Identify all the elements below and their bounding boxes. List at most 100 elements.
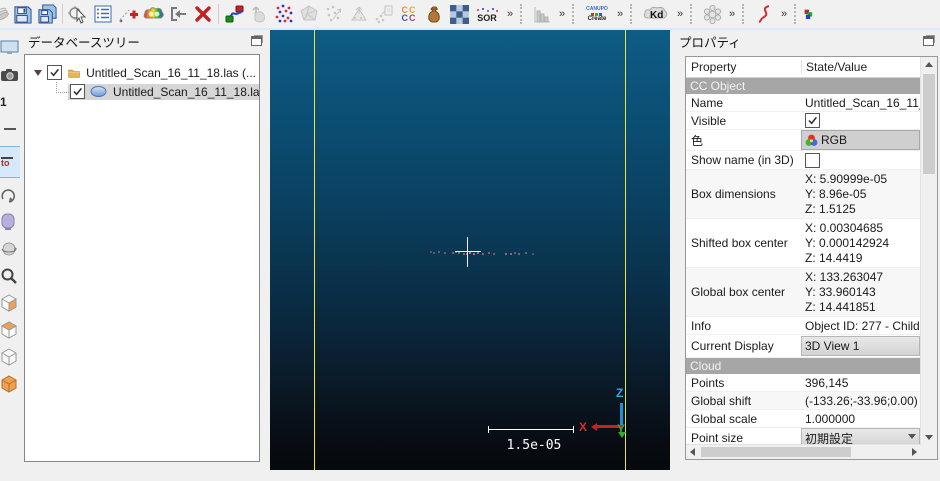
db-tree-titlebar: データベースツリー bbox=[22, 30, 268, 52]
cube-view-iso-icon[interactable] bbox=[0, 374, 20, 394]
camera-icon[interactable] bbox=[0, 65, 20, 85]
point-size-label: Point size bbox=[686, 431, 801, 445]
scroll-up-icon[interactable] bbox=[925, 62, 933, 67]
mesh-icon[interactable] bbox=[297, 2, 321, 26]
apply-transformation-icon[interactable] bbox=[166, 2, 190, 26]
register-icon[interactable] bbox=[222, 2, 246, 26]
merge-clouds-icon[interactable] bbox=[141, 2, 165, 26]
spline-icon[interactable] bbox=[752, 2, 776, 26]
float-panel-button[interactable] bbox=[251, 36, 262, 46]
cube-view-front-icon[interactable] bbox=[0, 320, 20, 340]
save-icon[interactable] bbox=[10, 2, 34, 26]
name-label: Name bbox=[686, 96, 801, 110]
column-value: State/Value bbox=[801, 60, 921, 74]
scale-bar-tick bbox=[573, 426, 574, 433]
tree-branch-line bbox=[56, 82, 69, 93]
orbit-icon[interactable] bbox=[0, 239, 20, 259]
toolbar-handle bbox=[572, 4, 579, 24]
scroll-down-icon[interactable] bbox=[925, 435, 933, 440]
root-visibility-checkbox[interactable] bbox=[47, 65, 62, 80]
canupo-icon[interactable]: CANUPOCreate bbox=[582, 2, 612, 26]
delete-icon[interactable] bbox=[191, 2, 215, 26]
pcv-icon[interactable] bbox=[422, 2, 446, 26]
row-current-display: Current Display 3D View 1 bbox=[686, 335, 921, 358]
minus-icon[interactable] bbox=[0, 119, 20, 139]
row-visible: Visible bbox=[686, 112, 921, 130]
magnifier-icon[interactable] bbox=[0, 266, 20, 286]
view-toolbar: 1 to bbox=[0, 30, 20, 470]
toolbar-overflow-button[interactable]: » bbox=[725, 8, 739, 20]
export-icon[interactable] bbox=[372, 2, 396, 26]
toolbar-separator bbox=[62, 4, 63, 24]
db-tree-view[interactable]: Untitled_Scan_16_11_18.las (... Untitled… bbox=[24, 54, 260, 462]
chess-pattern-icon[interactable] bbox=[447, 2, 471, 26]
auto-zoom-button[interactable]: to bbox=[0, 146, 20, 178]
db-tree-panel: データベースツリー Untitled_Scan_16_11_18.las (..… bbox=[22, 30, 268, 466]
canupo-title-label: CANUPO bbox=[586, 7, 608, 12]
toolbar-overflow-button[interactable]: » bbox=[555, 8, 569, 20]
properties-table: Property State/Value CC Object Name Unti… bbox=[685, 56, 938, 460]
axis-z-label: Z bbox=[616, 386, 623, 400]
tree-row-root[interactable]: Untitled_Scan_16_11_18.las (... bbox=[25, 63, 259, 82]
visible-checkbox[interactable] bbox=[805, 113, 820, 128]
toolbar-overflow-button[interactable]: » bbox=[503, 8, 517, 20]
vertical-scroll-thumb[interactable] bbox=[923, 74, 935, 174]
tree-cloud-label[interactable]: Untitled_Scan_16_11_18.las bbox=[110, 84, 260, 100]
scale-bar bbox=[488, 429, 574, 430]
point-cloud-icon bbox=[90, 85, 107, 98]
toolbar-handle bbox=[742, 4, 749, 24]
bulb-icon[interactable] bbox=[0, 212, 20, 232]
vertical-scrollbar[interactable] bbox=[920, 57, 937, 445]
point-size-combobox[interactable]: 初期設定 bbox=[801, 428, 920, 445]
cloud-visibility-checkbox[interactable] bbox=[70, 84, 85, 99]
gear-plugin-icon[interactable] bbox=[700, 2, 724, 26]
current-display-combobox[interactable]: 3D View 1 bbox=[801, 336, 920, 356]
global-shift-label: Global shift bbox=[686, 394, 801, 408]
properties-list-icon[interactable] bbox=[91, 2, 115, 26]
column-property: Property bbox=[686, 60, 801, 74]
cube-view-top-icon[interactable] bbox=[0, 293, 20, 313]
sor-filter-icon[interactable]: SOR bbox=[472, 2, 502, 26]
row-global-shift: Global shift (-133.26;-33.96;0.00) bbox=[686, 392, 921, 410]
expand-arrow-icon[interactable] bbox=[34, 70, 42, 76]
interactive-transform-icon[interactable] bbox=[66, 2, 90, 26]
cc-plugins-icon[interactable]: CCCC bbox=[397, 2, 421, 26]
display-icon[interactable] bbox=[0, 38, 20, 58]
axis-x-label: X bbox=[579, 420, 587, 434]
global-scale-value: 1.000000 bbox=[801, 412, 921, 426]
info-value: Object ID: 277 - Children bbox=[801, 319, 921, 333]
color-combobox[interactable]: RGB bbox=[801, 130, 920, 150]
tree-root-label[interactable]: Untitled_Scan_16_11_18.las (... bbox=[83, 65, 259, 81]
zoom-1-icon[interactable]: 1 bbox=[0, 92, 20, 112]
scroll-right-icon[interactable] bbox=[912, 448, 917, 456]
horizontal-scrollbar[interactable] bbox=[686, 444, 921, 459]
horizontal-scroll-thumb[interactable] bbox=[701, 447, 851, 457]
3d-view[interactable]: 1.5e-05 Z X Y bbox=[270, 30, 670, 470]
save-all-icon[interactable] bbox=[35, 2, 59, 26]
point-picking-icon[interactable] bbox=[116, 2, 140, 26]
main-toolbar: CCCC SOR » » CANUPOCreate » Kd » » bbox=[0, 0, 940, 30]
kd-tree-icon[interactable]: Kd bbox=[640, 2, 672, 26]
cc-bottom-label: CC bbox=[402, 14, 417, 22]
visible-label: Visible bbox=[686, 114, 801, 128]
show-name-checkbox[interactable] bbox=[805, 153, 820, 168]
sample-points-icon[interactable] bbox=[322, 2, 346, 26]
float-panel-button[interactable] bbox=[923, 36, 934, 46]
normals-icon[interactable] bbox=[347, 2, 371, 26]
tree-row-cloud[interactable]: Untitled_Scan_16_11_18.las bbox=[25, 82, 259, 101]
sor-label: SOR bbox=[474, 14, 500, 22]
row-global-box-center: Global box center X: 133.263047Y: 33.960… bbox=[686, 268, 921, 317]
cloudcompare-window: CCCC SOR » » CANUPOCreate » Kd » » bbox=[0, 0, 940, 481]
cube-view-back-icon[interactable] bbox=[0, 347, 20, 367]
open-icon[interactable] bbox=[0, 2, 9, 26]
toolbar-handle bbox=[794, 4, 801, 24]
rgb-plugin-icon[interactable] bbox=[804, 2, 814, 26]
toolbar-overflow-button[interactable]: » bbox=[777, 8, 791, 20]
toolbar-overflow-button[interactable]: » bbox=[613, 8, 627, 20]
translate-icon[interactable] bbox=[247, 2, 271, 26]
scroll-left-icon[interactable] bbox=[690, 448, 695, 456]
rotate-icon[interactable] bbox=[0, 185, 20, 205]
subsample-icon[interactable] bbox=[272, 2, 296, 26]
histogram-icon[interactable] bbox=[530, 2, 554, 26]
toolbar-overflow-button[interactable]: » bbox=[673, 8, 687, 20]
